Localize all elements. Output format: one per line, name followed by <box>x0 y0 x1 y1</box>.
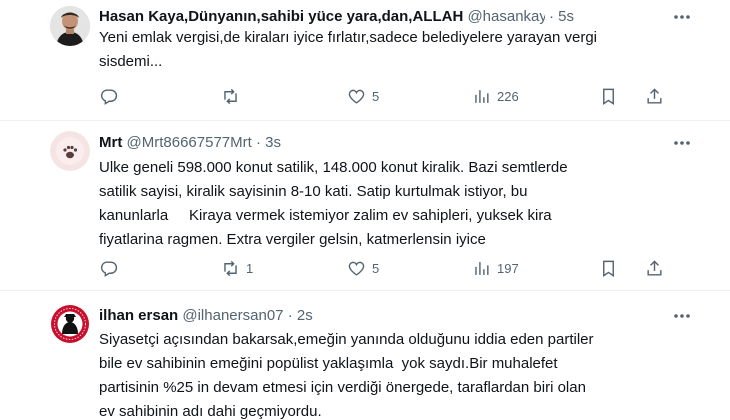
like-count: 5 <box>372 260 380 276</box>
retweet-button[interactable] <box>221 85 240 107</box>
tweet-header: Mrt @Mrt86667577Mrt · 3s <box>99 132 700 154</box>
share-icon <box>647 87 662 104</box>
separator-dot: · <box>255 134 261 151</box>
tweet-text-line: partisinin %25 in devam etmesi için verd… <box>99 379 586 396</box>
share-button[interactable] <box>645 85 664 107</box>
tweet-text-line: bile ev sahibinin emeğini popülist yakla… <box>99 355 558 372</box>
bookmark-button[interactable] <box>599 85 618 107</box>
tweet-time-group: · 5s <box>545 6 575 28</box>
tweet-time[interactable]: 3s <box>265 134 281 151</box>
separator-dot: · <box>549 8 554 25</box>
avatar-image <box>50 304 90 344</box>
tweet-text-line: satilik sayisi, kiralik sayisinin 8-10 k… <box>99 183 528 200</box>
tweet[interactable]: ilhan ersan @ilhanersan07 · 2s Siyasetçi… <box>0 291 730 420</box>
tweet[interactable]: Hasan Kaya,Dünyanın,sahibi yüce yara,dan… <box>0 0 730 121</box>
views-count: 197 <box>497 260 519 276</box>
retweet-count: 1 <box>246 260 254 276</box>
heart-icon <box>348 89 365 104</box>
share-button[interactable] <box>645 257 664 279</box>
bookmark-icon <box>603 88 614 105</box>
views-button[interactable]: 197 <box>472 257 519 279</box>
avatar[interactable] <box>50 6 90 46</box>
retweet-button[interactable]: 1 <box>221 257 253 279</box>
tweet-actions: 1 5 197 <box>99 257 690 279</box>
author-name[interactable]: ilhan ersan <box>99 307 178 324</box>
separator-dot: · <box>287 307 293 324</box>
tweet-text-line: sisdemi... <box>99 53 163 70</box>
author-handle[interactable]: @ilhanersan07 <box>182 307 283 324</box>
tweet-text-line: fiyatlarina ragmen. Extra vergiler gelsi… <box>99 231 486 248</box>
reply-button[interactable] <box>99 85 118 107</box>
avatar[interactable] <box>50 304 90 344</box>
tweet-text-line: Ulke geneli 598.000 konut satilik, 148.0… <box>99 159 568 176</box>
retweet-icon <box>224 88 237 104</box>
heart-icon <box>348 261 365 276</box>
views-count: 226 <box>497 88 519 104</box>
tweet-text-line: kanunlarla Kiraya vermek istemiyor zalim… <box>99 207 552 224</box>
author-name[interactable]: Hasan Kaya,Dünyanın,sahibi yüce yara,dan… <box>99 8 463 25</box>
tweet[interactable]: Mrt @Mrt86667577Mrt · 3s Ulke geneli 598… <box>0 121 730 291</box>
reply-icon <box>100 88 118 105</box>
more-icon[interactable] <box>672 306 692 326</box>
tweet-header: ilhan ersan @ilhanersan07 · 2s <box>99 305 700 327</box>
bookmark-icon <box>603 260 614 277</box>
tweet-text-line: Siyasetçi açısından bakarsak,emeğin yanı… <box>99 331 594 348</box>
like-button[interactable]: 5 <box>347 85 379 107</box>
avatar-image <box>50 131 90 171</box>
tweet-text: Siyasetçi açısından bakarsak,emeğin yanı… <box>99 328 690 420</box>
tweet-actions: 5 226 <box>99 85 690 107</box>
avatar-image <box>50 6 90 46</box>
tweet-text-line: Yeni emlak vergisi,de kiraları iyice fır… <box>99 29 598 46</box>
tweet-time[interactable]: 2s <box>297 307 313 324</box>
more-icon[interactable] <box>672 133 692 153</box>
share-icon <box>647 259 662 276</box>
views-icon <box>475 261 489 275</box>
tweet-text: Yeni emlak vergisi,de kiraları iyice fır… <box>99 26 690 74</box>
author-handle[interactable]: @Mrt86667577Mrt <box>127 134 252 151</box>
avatar[interactable] <box>50 131 90 171</box>
views-icon <box>475 89 489 103</box>
like-count: 5 <box>372 88 380 104</box>
author-name[interactable]: Mrt <box>99 134 122 151</box>
tweet-header: Hasan Kaya,Dünyanın,sahibi yüce yara,dan… <box>99 6 700 28</box>
tweet-text: Ulke geneli 598.000 konut satilik, 148.0… <box>99 156 690 252</box>
reply-button[interactable] <box>99 257 118 279</box>
tweet-time[interactable]: 5s <box>558 8 574 25</box>
like-button[interactable]: 5 <box>347 257 379 279</box>
tweet-text-line: ev sahibinin adı dahi geçmiyordu. <box>99 403 322 420</box>
reply-icon <box>100 260 118 277</box>
views-button[interactable]: 226 <box>472 85 519 107</box>
retweet-icon <box>224 260 237 276</box>
more-icon[interactable] <box>672 7 692 27</box>
bookmark-button[interactable] <box>599 257 618 279</box>
